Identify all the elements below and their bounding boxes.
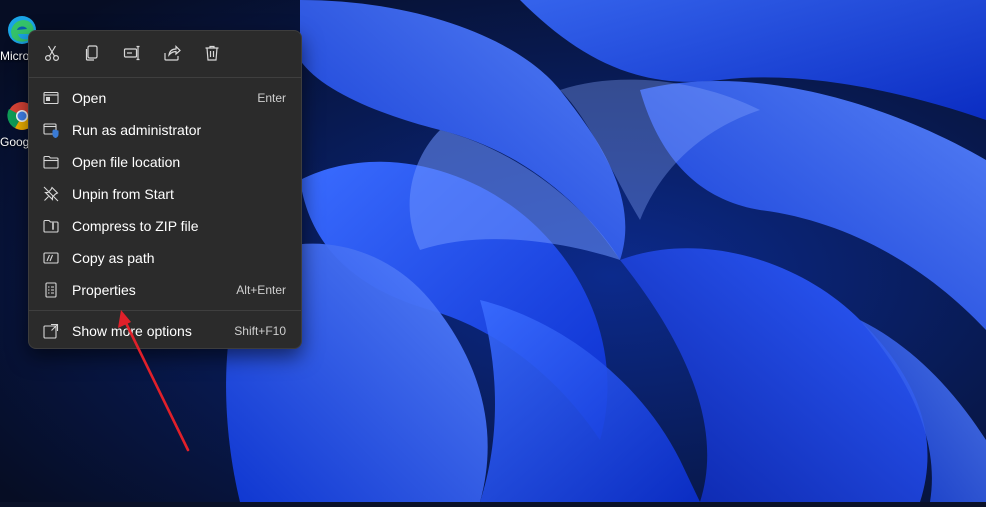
share-button[interactable] (158, 41, 186, 69)
cut-icon (43, 44, 61, 67)
menu-item-show-more-options[interactable]: Show more options Shift+F10 (34, 316, 296, 346)
menu-divider (29, 77, 301, 78)
menu-item-shortcut: Shift+F10 (234, 324, 286, 338)
rename-icon (123, 44, 141, 67)
menu-item-open-file-location[interactable]: Open file location (34, 147, 296, 177)
menu-item-shortcut: Enter (257, 91, 286, 105)
menu-item-open[interactable]: Open Enter (34, 83, 296, 113)
properties-icon (43, 282, 59, 298)
cut-button[interactable] (38, 41, 66, 69)
menu-item-label: Unpin from Start (72, 186, 174, 202)
menu-item-shortcut: Alt+Enter (236, 283, 286, 297)
menu-item-copy-as-path[interactable]: Copy as path (34, 243, 296, 273)
folder-icon (43, 154, 59, 170)
menu-divider (29, 310, 301, 311)
menu-item-unpin-from-start[interactable]: Unpin from Start (34, 179, 296, 209)
menu-item-label: Compress to ZIP file (72, 218, 199, 234)
share-icon (163, 44, 181, 67)
menu-item-label: Properties (72, 282, 136, 298)
more-options-icon (43, 323, 59, 339)
menu-item-label: Run as administrator (72, 122, 202, 138)
quick-action-bar (29, 31, 301, 77)
menu-item-label: Show more options (72, 323, 192, 339)
copy-path-icon (43, 250, 59, 266)
run-as-admin-icon (43, 122, 59, 138)
delete-icon (203, 44, 221, 67)
context-menu: Open Enter Run as administrator Open fil… (28, 30, 302, 349)
menu-item-properties[interactable]: Properties Alt+Enter (34, 275, 296, 305)
open-icon (43, 90, 59, 106)
rename-button[interactable] (118, 41, 146, 69)
copy-icon (83, 44, 101, 67)
copy-button[interactable] (78, 41, 106, 69)
menu-item-label: Copy as path (72, 250, 155, 266)
delete-button[interactable] (198, 41, 226, 69)
unpin-icon (43, 186, 59, 202)
menu-item-label: Open file location (72, 154, 181, 170)
menu-item-compress-to-zip[interactable]: Compress to ZIP file (34, 211, 296, 241)
zip-folder-icon (43, 218, 59, 234)
menu-item-label: Open (72, 90, 107, 106)
menu-item-run-as-administrator[interactable]: Run as administrator (34, 115, 296, 145)
